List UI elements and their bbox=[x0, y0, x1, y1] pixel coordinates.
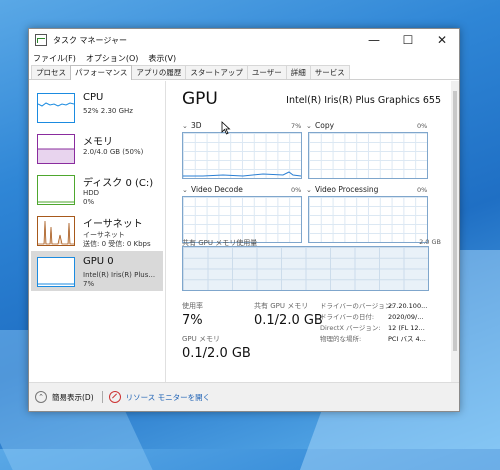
menu-file[interactable]: ファイル(F) bbox=[33, 53, 76, 64]
graph-3d bbox=[182, 132, 302, 179]
graph-video-processing bbox=[308, 196, 428, 243]
shared-memory-max: 2.0 GB bbox=[419, 238, 441, 246]
task-manager-window: タスク マネージャー — ☐ ✕ ファイル(F) オプション(O) 表示(V) … bbox=[28, 28, 460, 412]
detail-value: 27.20.100... bbox=[388, 302, 428, 310]
window-title: タスク マネージャー bbox=[53, 35, 127, 45]
tab-app-history[interactable]: アプリの履歴 bbox=[131, 65, 187, 79]
sidebar-label-disk: ディスク 0 (C:) bbox=[83, 178, 154, 189]
close-button[interactable]: ✕ bbox=[425, 29, 459, 51]
graph-selector-video-decode[interactable]: ⌄ Video Decode bbox=[182, 185, 243, 194]
graph-selector-copy[interactable]: ⌄ Copy bbox=[306, 121, 334, 130]
chevron-down-icon: ⌄ bbox=[182, 121, 188, 130]
scrollbar-thumb[interactable] bbox=[453, 91, 457, 351]
graph-percent-video-processing: 0% bbox=[417, 186, 428, 194]
sidebar-detail-ethernet-speed: 送信: 0 受信: 0 Kbps bbox=[83, 240, 151, 248]
shared-gpu-memory-value: 0.1/2.0 GB bbox=[254, 313, 323, 328]
chevron-up-icon[interactable]: ⌃ bbox=[35, 391, 47, 403]
sidebar-label-memory: メモリ bbox=[83, 137, 113, 148]
detail-directx-version: DirectX バージョン: 12 (FL 12... bbox=[320, 322, 425, 332]
page-title: GPU bbox=[182, 89, 218, 109]
sidebar-item-disk[interactable]: ディスク 0 (C:) HDD 0% bbox=[31, 169, 163, 209]
title-bar[interactable]: タスク マネージャー — ☐ ✕ bbox=[29, 29, 459, 51]
sidebar-detail-memory: 2.0/4.0 GB (50%) bbox=[83, 148, 144, 156]
sidebar-detail-disk-usage: 0% bbox=[83, 198, 95, 206]
chevron-down-icon: ⌄ bbox=[306, 185, 312, 194]
shared-gpu-memory-label: 共有 GPU メモリ bbox=[254, 302, 309, 310]
gpu-thumbnail-graph bbox=[37, 257, 75, 287]
resource-monitor-icon[interactable] bbox=[108, 391, 121, 403]
chevron-down-icon: ⌄ bbox=[306, 121, 312, 130]
tab-startup[interactable]: スタートアップ bbox=[185, 65, 248, 79]
sidebar-detail-cpu: 52% 2.30 GHz bbox=[83, 107, 133, 115]
graph-label-video-decode: Video Decode bbox=[191, 185, 243, 194]
tab-performance[interactable]: パフォーマンス bbox=[70, 65, 133, 80]
graph-label-video-processing: Video Processing bbox=[315, 185, 379, 194]
detail-key: ドライバーのバージョン: bbox=[320, 302, 394, 310]
graph-copy bbox=[308, 132, 428, 179]
detail-key: 物理的な場所: bbox=[320, 335, 362, 343]
sidebar-detail-gpu-usage: 7% bbox=[83, 280, 95, 288]
graph-selector-video-processing[interactable]: ⌄ Video Processing bbox=[306, 185, 378, 194]
gpu-memory-label: GPU メモリ bbox=[182, 335, 220, 343]
graph-percent-copy: 0% bbox=[417, 122, 428, 130]
detail-value: 2020/09/... bbox=[388, 313, 424, 321]
sidebar-item-memory[interactable]: メモリ 2.0/4.0 GB (50%) bbox=[31, 128, 163, 168]
detail-physical-location: 物理的な場所: PCI バス 4... bbox=[320, 333, 426, 343]
disk-thumbnail-graph bbox=[37, 175, 75, 205]
footer-separator bbox=[101, 391, 103, 403]
graph-video-decode bbox=[182, 196, 302, 243]
resource-sidebar: CPU 52% 2.30 GHz メモリ 2.0/4.0 GB (50%) ディ… bbox=[29, 81, 166, 383]
detail-key: ドライバーの日付: bbox=[320, 313, 375, 321]
footer-bar: ⌃ 簡易表示(D) リソース モニターを開く bbox=[29, 382, 459, 411]
detail-value: PCI バス 4... bbox=[388, 335, 426, 343]
detail-key: DirectX バージョン: bbox=[320, 324, 381, 332]
graph-label-3d: 3D bbox=[191, 121, 202, 130]
memory-thumbnail-graph bbox=[37, 134, 75, 164]
sidebar-label-gpu: GPU 0 bbox=[83, 256, 114, 267]
minimize-button[interactable]: — bbox=[357, 29, 391, 51]
tab-processes[interactable]: プロセス bbox=[31, 65, 71, 79]
chevron-down-icon: ⌄ bbox=[182, 185, 188, 194]
gpu-detail-panel: GPU Intel(R) Iris(R) Plus Graphics 655 ⌄… bbox=[177, 81, 441, 383]
mouse-cursor-icon bbox=[221, 121, 231, 135]
task-manager-app-icon bbox=[35, 34, 47, 46]
sidebar-label-ethernet: イーサネット bbox=[83, 219, 143, 230]
sidebar-item-gpu[interactable]: GPU 0 Intel(R) Iris(R) Plus... 7% bbox=[31, 251, 163, 291]
ethernet-thumbnail-graph bbox=[37, 216, 75, 246]
tab-bar: プロセス パフォーマンス アプリの履歴 スタートアップ ユーザー 詳細 サービス bbox=[29, 65, 459, 80]
sidebar-detail-disk-type: HDD bbox=[83, 189, 100, 197]
graph-percent-3d: 7% bbox=[291, 122, 302, 130]
menu-options[interactable]: オプション(O) bbox=[86, 53, 139, 64]
sidebar-item-ethernet[interactable]: イーサネット イーサネット 送信: 0 受信: 0 Kbps bbox=[31, 210, 163, 250]
main-scrollbar[interactable] bbox=[451, 81, 459, 383]
sidebar-item-cpu[interactable]: CPU 52% 2.30 GHz bbox=[31, 87, 163, 127]
menu-bar: ファイル(F) オプション(O) 表示(V) bbox=[29, 51, 459, 65]
detail-driver-version: ドライバーのバージョン:27.20.100... bbox=[320, 300, 427, 310]
open-resource-monitor-link[interactable]: リソース モニターを開く bbox=[126, 392, 211, 403]
utilization-value: 7% bbox=[182, 313, 203, 328]
gpu-memory-value: 0.1/2.0 GB bbox=[182, 346, 251, 361]
detail-driver-date: ドライバーの日付: 2020/09/... bbox=[320, 311, 423, 321]
graph-selector-3d[interactable]: ⌄ 3D bbox=[182, 121, 202, 130]
cpu-thumbnail-graph bbox=[37, 93, 75, 123]
gpu-model-name: Intel(R) Iris(R) Plus Graphics 655 bbox=[286, 95, 441, 106]
sidebar-detail-gpu-model: Intel(R) Iris(R) Plus... bbox=[83, 271, 156, 279]
tab-users[interactable]: ユーザー bbox=[246, 65, 287, 79]
utilization-label: 使用率 bbox=[182, 302, 203, 310]
performance-content: CPU 52% 2.30 GHz メモリ 2.0/4.0 GB (50%) ディ… bbox=[29, 81, 459, 383]
sidebar-label-cpu: CPU bbox=[83, 92, 104, 103]
tab-details[interactable]: 詳細 bbox=[285, 65, 311, 79]
graph-percent-video-decode: 0% bbox=[291, 186, 302, 194]
fewer-details-button[interactable]: 簡易表示(D) bbox=[52, 392, 94, 403]
shared-memory-graph bbox=[182, 246, 429, 291]
tab-services[interactable]: サービス bbox=[309, 65, 350, 79]
menu-view[interactable]: 表示(V) bbox=[148, 53, 176, 64]
graph-label-copy: Copy bbox=[315, 121, 335, 130]
detail-value: 12 (FL 12... bbox=[388, 324, 425, 332]
maximize-button[interactable]: ☐ bbox=[391, 29, 425, 51]
